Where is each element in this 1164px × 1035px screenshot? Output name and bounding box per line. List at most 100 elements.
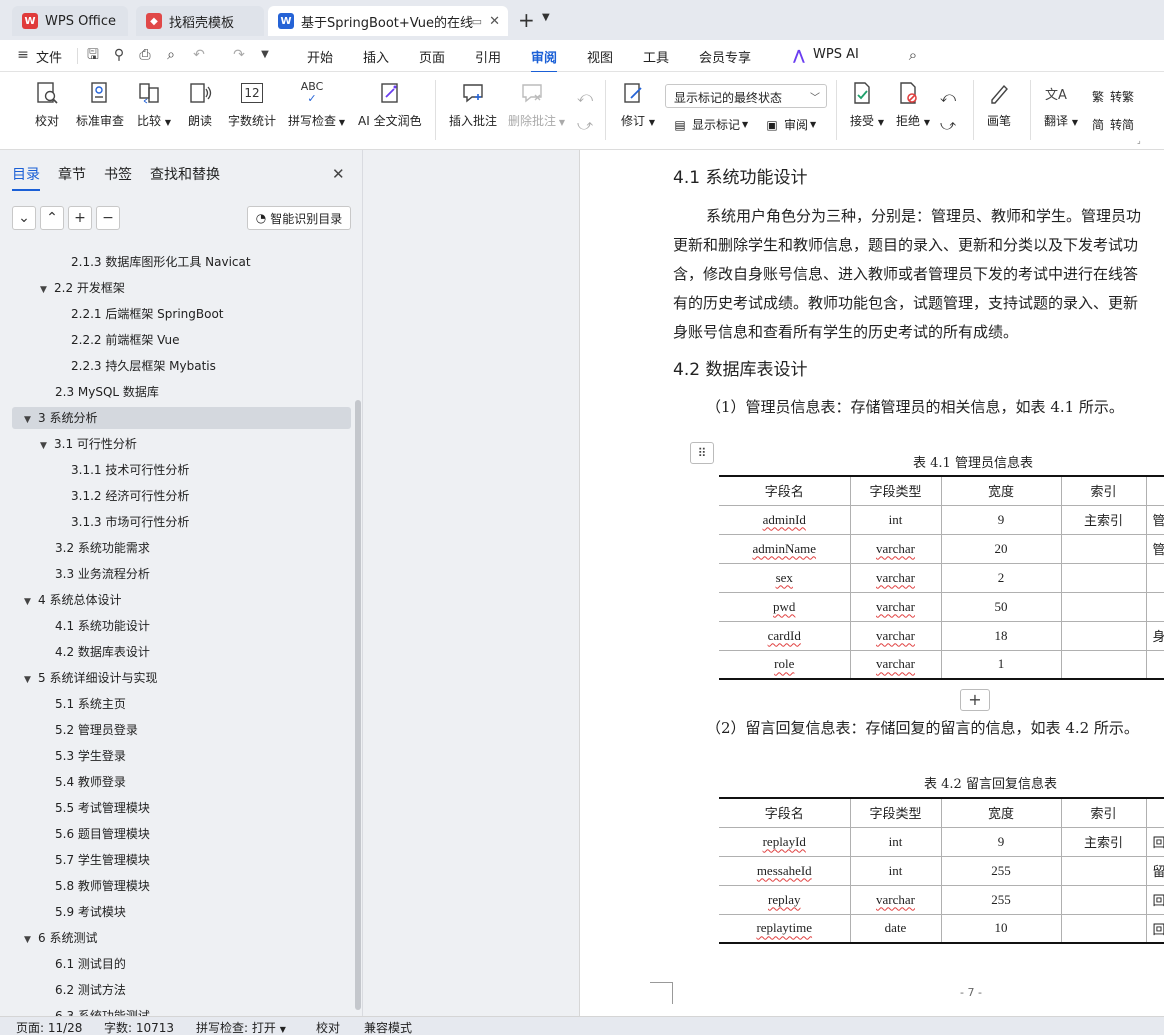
quick-access-chevron-icon[interactable]: ▼ (256, 46, 274, 64)
table-header-cell[interactable]: 宽度 (940, 475, 1062, 506)
toc-item[interactable]: 5.7 学生管理模块 (55, 849, 150, 871)
table-header-cell[interactable]: 字段类型 (849, 475, 942, 506)
expand-triangle-icon[interactable]: ▼ (40, 435, 54, 457)
table-cell[interactable] (1145, 562, 1164, 593)
table-cell[interactable]: adminId (719, 504, 851, 535)
table-cell[interactable]: varchar (849, 620, 942, 651)
status-page[interactable]: 页面: 11/28 (16, 1019, 82, 1035)
table-cell[interactable]: 主索引 (1060, 826, 1147, 857)
table-cell[interactable] (1060, 913, 1147, 944)
toc-item[interactable]: 2.2.3 持久层框架 Mybatis (71, 355, 216, 377)
panel-tab-sections[interactable]: 章节 (58, 164, 86, 184)
toc-item[interactable]: 5.4 教师登录 (55, 771, 126, 793)
table-cell[interactable]: 主索引 (1060, 504, 1147, 535)
toc-item[interactable]: 2.2.1 后端框架 SpringBoot (71, 303, 224, 325)
toc-item[interactable]: 5.8 教师管理模块 (55, 875, 150, 897)
toc-item[interactable]: 5.3 学生登录 (55, 745, 126, 767)
table-cell[interactable]: role (719, 649, 851, 680)
table-cell[interactable]: date (849, 913, 942, 944)
toc-item[interactable]: ▼ 6 系统测试 (24, 927, 97, 949)
table-cell[interactable]: 255 (940, 855, 1062, 886)
toc-item[interactable]: ▼ 2.2 开发框架 (40, 277, 125, 299)
panel-tab-toc[interactable]: 目录 (12, 164, 40, 191)
table-cell[interactable]: replay (719, 884, 851, 915)
toc-item[interactable]: 4.2 数据库表设计 (55, 641, 150, 663)
panel-scrollbar[interactable] (355, 400, 361, 1010)
table-cell[interactable]: 1 (940, 649, 1062, 680)
table-cell[interactable]: 回 (1145, 913, 1164, 944)
toc-item[interactable]: 5.6 题目管理模块 (55, 823, 150, 845)
table-cell[interactable]: adminName (719, 533, 851, 564)
table-cell[interactable] (1145, 649, 1164, 680)
table-cell[interactable]: varchar (849, 562, 942, 593)
table-move-handle[interactable]: ⠿ (690, 442, 714, 464)
table-cell[interactable]: int (849, 826, 942, 857)
table-header-cell[interactable]: 宽度 (940, 797, 1062, 828)
expand-triangle-icon[interactable]: ▼ (24, 929, 38, 951)
toc-item[interactable]: ▼ 3 系统分析 (24, 407, 97, 429)
save-icon[interactable]: 🖫 (84, 46, 102, 64)
table-cell[interactable]: replaytime (719, 913, 851, 944)
hamburger-icon[interactable]: ≡ (14, 46, 32, 64)
table-cell[interactable]: 255 (940, 884, 1062, 915)
accept-button[interactable]: 接受 ▼ (849, 80, 884, 129)
tab-docer-templates[interactable]: ◆ 找稻壳模板 (136, 6, 264, 36)
table-cell[interactable] (1060, 855, 1147, 886)
table-cell[interactable]: 50 (940, 591, 1062, 622)
table-header-cell[interactable] (1145, 797, 1164, 828)
table-header-cell[interactable]: 字段名 (719, 475, 851, 506)
toc-item[interactable]: 6.1 测试目的 (55, 953, 126, 975)
table-cell[interactable]: int (849, 504, 942, 535)
table-header-cell[interactable]: 字段名 (719, 797, 851, 828)
print-icon[interactable]: ⎙ (136, 46, 154, 64)
table-header-cell[interactable] (1145, 475, 1164, 506)
toc-item[interactable]: ▼ 5 系统详细设计与实现 (24, 667, 157, 689)
ai-polish-button[interactable]: AI 全文润色 (358, 80, 422, 129)
table-cell[interactable]: 18 (940, 620, 1062, 651)
tab-wps-office[interactable]: W WPS Office (12, 6, 128, 36)
table-cell[interactable]: replayId (719, 826, 851, 857)
remove-heading-button[interactable]: − (96, 206, 120, 230)
review-pane-button[interactable]: ▣ 审阅 ▼ (764, 116, 816, 133)
menu-tools[interactable]: 工具 (643, 47, 669, 66)
previous-change-icon[interactable]: ⤺ (940, 88, 956, 106)
panel-tab-find-replace[interactable]: 查找和替换 (150, 164, 220, 184)
toc-item[interactable]: 2.2.2 前端框架 Vue (71, 329, 180, 351)
table-cell[interactable]: 2 (940, 562, 1062, 593)
table-cell[interactable] (1060, 649, 1147, 680)
table-cell[interactable]: pwd (719, 591, 851, 622)
toc-item[interactable]: 3.2 系统功能需求 (55, 537, 150, 559)
table-cell[interactable] (1060, 591, 1147, 622)
table-cell[interactable] (1060, 620, 1147, 651)
pen-button[interactable]: 画笔 (986, 80, 1012, 129)
standard-review-button[interactable]: 标准审查 (76, 80, 124, 129)
track-changes-button[interactable]: 修订 ▼ (620, 80, 655, 129)
table-cell[interactable]: varchar (849, 591, 942, 622)
spell-check-button[interactable]: ABC ✓ 拼写检查 ▼ (288, 80, 345, 129)
menu-file[interactable]: 文件 (36, 47, 62, 66)
previous-comment-icon[interactable]: ⤺ (577, 88, 593, 106)
show-markup-button[interactable]: ▤ 显示标记 ▼ (672, 116, 748, 133)
menu-page[interactable]: 页面 (419, 47, 445, 66)
next-comment-icon[interactable]: ⤻ (577, 116, 593, 134)
toc-item[interactable]: 3.1.3 市场可行性分析 (71, 511, 189, 533)
table-cell[interactable]: 回 (1145, 884, 1164, 915)
table-cell[interactable] (1060, 533, 1147, 564)
toc-item[interactable]: 3.1.1 技术可行性分析 (71, 459, 189, 481)
table-cell[interactable] (1060, 884, 1147, 915)
toc-item[interactable]: 4.1 系统功能设计 (55, 615, 150, 637)
table-cell[interactable]: 身 (1145, 620, 1164, 651)
toc-item[interactable]: ▼ 3.1 可行性分析 (40, 433, 137, 455)
new-tab-icon[interactable]: + (518, 8, 535, 32)
chevron-down-icon[interactable]: ▼ (542, 12, 550, 23)
to-traditional-button[interactable]: 繁转繁 (1090, 88, 1134, 105)
table-cell[interactable]: 留 (1145, 855, 1164, 886)
table-cell[interactable]: 管 (1145, 504, 1164, 535)
table-cell[interactable]: int (849, 855, 942, 886)
toc-item[interactable]: 5.1 系统主页 (55, 693, 126, 715)
undo-icon[interactable]: ↶ (190, 46, 208, 64)
close-panel-icon[interactable]: ✕ (332, 165, 345, 183)
toc-item[interactable]: 5.2 管理员登录 (55, 719, 138, 741)
menu-references[interactable]: 引用 (475, 47, 501, 66)
table-cell[interactable]: 10 (940, 913, 1062, 944)
